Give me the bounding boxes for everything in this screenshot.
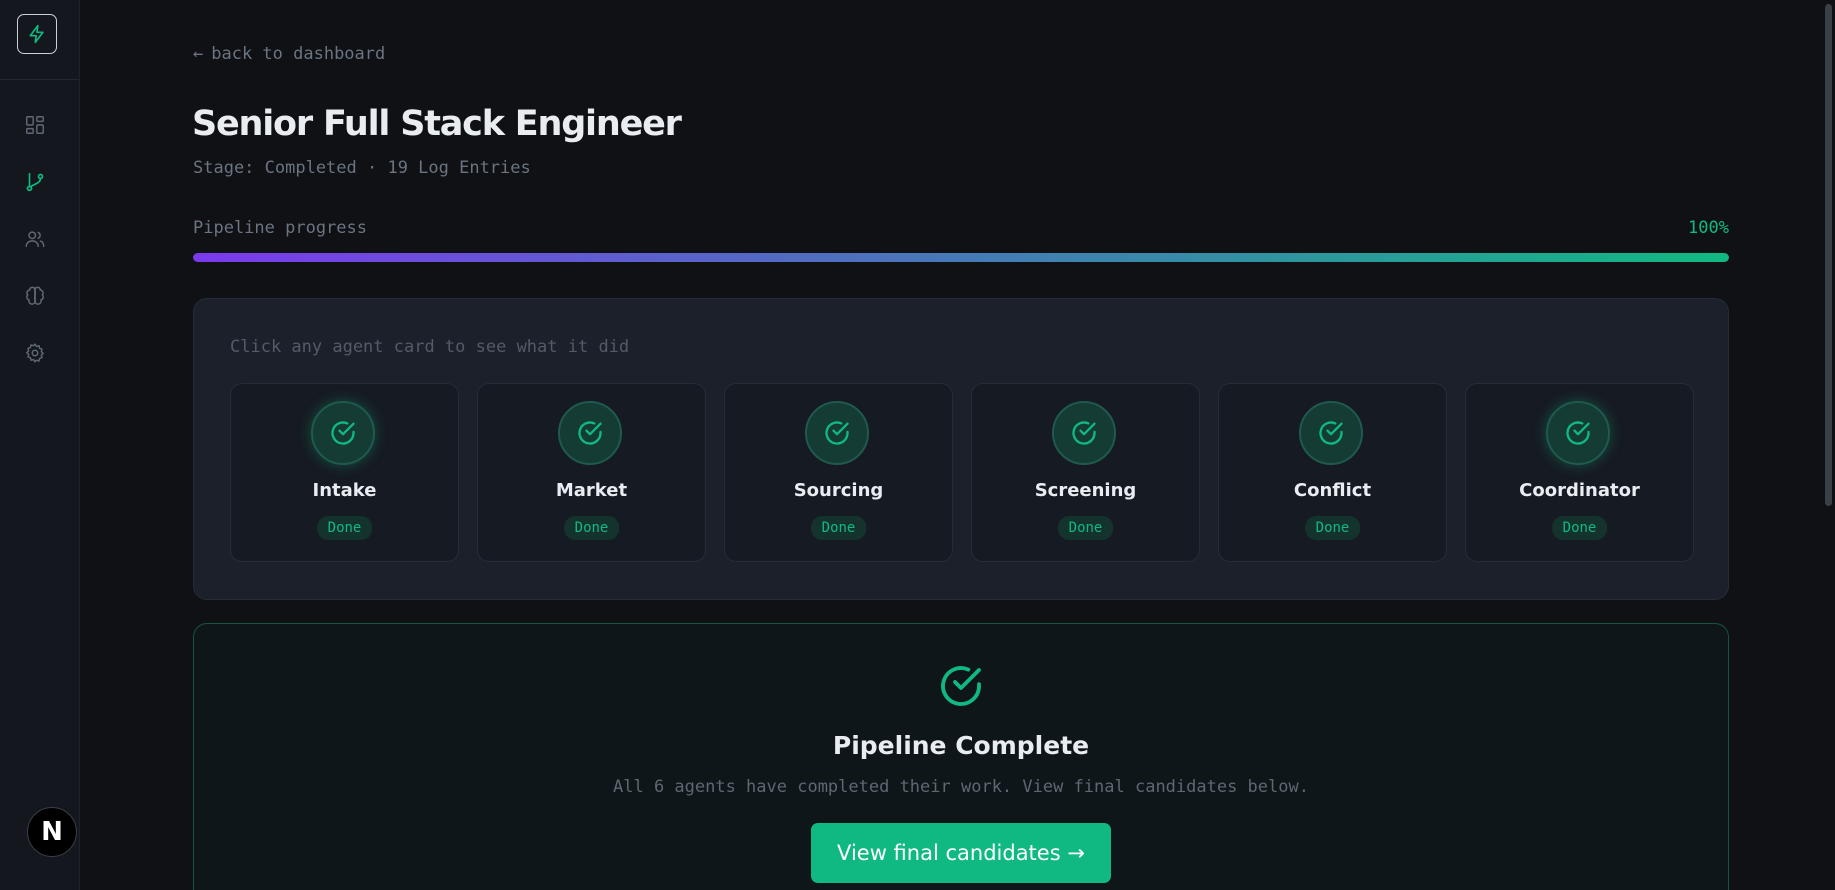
pipeline-complete-title: Pipeline Complete (832, 731, 1090, 760)
check-circle-icon (578, 421, 602, 445)
agent-card-intake[interactable]: Intake Done (230, 383, 459, 562)
agent-name: Market (555, 480, 628, 501)
check-circle-icon (1566, 421, 1590, 445)
sidebar-divider (0, 79, 79, 80)
avatar-letter: N (41, 817, 63, 847)
users-icon (25, 231, 45, 248)
agent-status-circle (1052, 401, 1116, 465)
agent-status-badge: Done (1304, 516, 1361, 540)
back-link-label: back to dashboard (211, 44, 386, 64)
agent-status-badge: Done (1551, 516, 1608, 540)
agent-name: Intake (312, 480, 377, 501)
agent-card-sourcing[interactable]: Sourcing Done (724, 383, 953, 562)
agent-status-badge: Done (810, 516, 867, 540)
agent-status-circle (1546, 401, 1610, 465)
agent-name: Sourcing (793, 480, 884, 501)
agent-card-coordinator[interactable]: Coordinator Done (1465, 383, 1694, 562)
lightning-bolt-icon (29, 24, 44, 44)
pipeline-complete-panel: Pipeline Complete All 6 agents have comp… (193, 623, 1729, 890)
sidebar-item-candidates[interactable] (23, 227, 47, 251)
progress-bar-fill (193, 253, 1729, 262)
brain-icon (26, 286, 44, 305)
agent-name: Screening (1034, 480, 1137, 501)
pipeline-complete-description: All 6 agents have completed their work. … (613, 777, 1309, 797)
gear-icon (25, 343, 45, 363)
agents-panel: Click any agent card to see what it did … (193, 298, 1729, 600)
check-circle-icon (1319, 421, 1343, 445)
check-circle-icon (331, 421, 355, 445)
user-avatar[interactable]: N (27, 807, 77, 857)
progress-value: 100% (1688, 218, 1729, 238)
agent-status-badge: Done (1057, 516, 1114, 540)
arrow-left-icon: ← (193, 44, 204, 64)
agent-card-market[interactable]: Market Done (477, 383, 706, 562)
sidebar-item-dashboard[interactable] (23, 113, 47, 137)
view-final-candidates-button[interactable]: View final candidates → (811, 823, 1111, 883)
sidebar-item-settings[interactable] (23, 341, 47, 365)
check-circle-icon (1072, 421, 1096, 445)
grid-icon (26, 116, 44, 134)
agent-name: Conflict (1293, 480, 1372, 501)
agent-card-screening[interactable]: Screening Done (971, 383, 1200, 562)
progress-label: Pipeline progress (193, 218, 367, 238)
agent-status-circle (1299, 401, 1363, 465)
sidebar-item-pipelines[interactable] (23, 170, 47, 194)
back-to-dashboard-link[interactable]: ← back to dashboard (193, 44, 385, 64)
app-window: N ← back to dashboard Senior Full Stack E… (0, 0, 1835, 890)
agent-status-badge: Done (316, 516, 373, 540)
agent-card-conflict[interactable]: Conflict Done (1218, 383, 1447, 562)
agent-status-circle (311, 401, 375, 465)
check-circle-icon (825, 421, 849, 445)
progress-bar (193, 253, 1729, 262)
sidebar-item-intelligence[interactable] (23, 284, 47, 308)
agents-hint: Click any agent card to see what it did (230, 337, 630, 357)
agent-name: Coordinator (1519, 480, 1640, 501)
page-title: Senior Full Stack Engineer (192, 104, 682, 144)
page-subtitle: Stage: Completed · 19 Log Entries (193, 158, 531, 178)
check-circle-icon (941, 666, 981, 706)
scrollbar-thumb[interactable] (1825, 4, 1832, 506)
app-logo[interactable] (17, 14, 57, 54)
git-branch-icon (26, 172, 44, 192)
agent-status-badge: Done (563, 516, 620, 540)
page-scrollbar[interactable] (1822, 0, 1835, 890)
agent-status-circle (558, 401, 622, 465)
agent-status-circle (805, 401, 869, 465)
sidebar: N (0, 0, 80, 890)
